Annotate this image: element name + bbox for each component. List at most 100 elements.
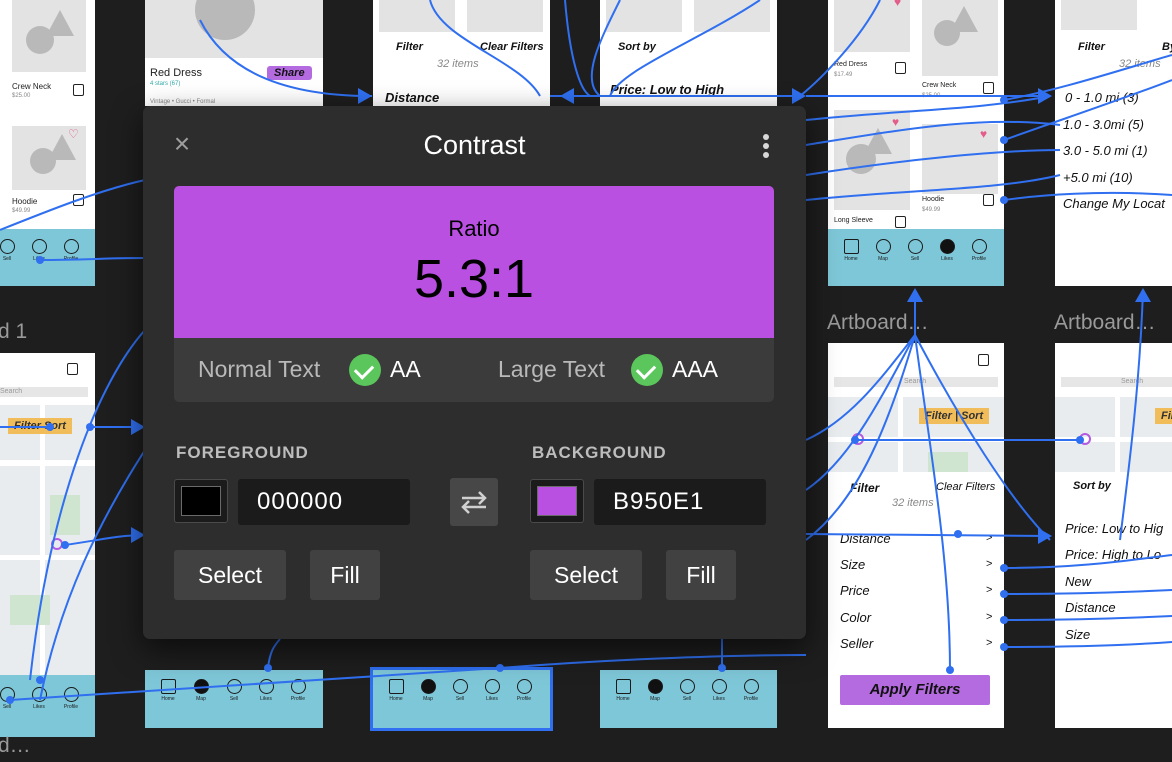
artboard-filter-top[interactable]: Filter Clear Filters 32 items Distance [373, 0, 550, 106]
tab-sell[interactable]: Sell [447, 679, 473, 702]
search-input[interactable]: Search [834, 377, 998, 387]
tab-profile[interactable]: Profile [285, 679, 311, 702]
filter-button[interactable]: Filter Sort [8, 418, 72, 434]
artboard-product-grid[interactable]: ♥ Red Dress $17.49 Crew Neck $25.00 ♥ ♥ … [828, 0, 1004, 286]
heart-filled-icon[interactable]: ♥ [892, 116, 899, 128]
artboard-distance-filter[interactable]: Filter By 32 items 0 - 1.0 mi (3) 1.0 - … [1055, 0, 1172, 286]
sort-option[interactable]: Size [1065, 627, 1090, 642]
artboard-sort[interactable]: Sort by Price: Low to Hig Price: High to… [1055, 472, 1172, 728]
tab-profile[interactable]: Profile [511, 679, 537, 702]
tab-bar[interactable]: Home Map Sell Likes Profile [600, 670, 777, 728]
tab-sell[interactable]: Sell [221, 679, 247, 702]
product-thumbnail [12, 0, 86, 72]
filter-row-distance[interactable]: Distance [840, 531, 891, 546]
tab-home[interactable]: Home [155, 679, 181, 702]
filter-sort-toggle[interactable]: Filter | Sort [919, 408, 990, 424]
sort-option[interactable]: Price: Low to Hig [1065, 521, 1163, 536]
tab-bar: Home Map Sell Likes Profile [828, 229, 1004, 286]
artboard-left-map[interactable]: Search Filter Sort Sell Likes Profile [0, 353, 95, 737]
swap-colors-button[interactable] [450, 478, 498, 526]
change-location-link[interactable]: Change My Locat [1063, 196, 1165, 211]
artboard-label[interactable]: Artboard… [1054, 311, 1156, 335]
tab-likes[interactable]: Likes [26, 239, 52, 262]
distance-option[interactable]: 1.0 - 3.0mi (5) [1063, 117, 1144, 132]
tab-map[interactable]: Map [188, 679, 214, 702]
bag-icon[interactable] [983, 82, 994, 94]
heart-outline-icon[interactable]: ♡ [68, 128, 79, 140]
background-swatch[interactable] [530, 479, 584, 523]
tab-profile[interactable]: Profile [58, 687, 84, 710]
bag-icon[interactable] [73, 84, 84, 96]
artboard-label[interactable]: d… [0, 734, 31, 758]
tab-home[interactable]: Home [838, 239, 864, 262]
tab-profile[interactable]: Profile [58, 239, 84, 262]
share-button[interactable]: Share [267, 66, 312, 80]
clear-filters-link[interactable]: Clear Filters [480, 41, 544, 53]
tab-profile[interactable]: Profile [966, 239, 992, 262]
apply-filters-button[interactable]: Apply Filters [840, 675, 990, 705]
tab-likes[interactable]: Likes [934, 239, 960, 262]
clear-filters-link[interactable]: Clear Filters [936, 481, 995, 493]
distance-option[interactable]: 0 - 1.0 mi (3) [1065, 90, 1139, 105]
tab-home[interactable]: Home [610, 679, 636, 702]
map-pin-icon[interactable] [852, 433, 864, 445]
tab-map[interactable]: Map [415, 679, 441, 702]
heart-filled-icon[interactable]: ♥ [894, 0, 901, 8]
more-options-button[interactable] [759, 133, 773, 161]
filter-row-color[interactable]: Color [840, 610, 871, 625]
chevron-right-icon: > [986, 532, 993, 544]
tab-map[interactable]: Map [642, 679, 668, 702]
sort-option[interactable]: New [1065, 574, 1091, 589]
tab-profile[interactable]: Profile [738, 679, 764, 702]
tab-bar-selected[interactable]: Home Map Sell Likes Profile [370, 667, 553, 731]
sort-row-price-low-high[interactable]: Price: Low to High [610, 82, 724, 97]
tab-bar[interactable]: Home Map Sell Likes Profile [145, 670, 323, 728]
distance-option[interactable]: 3.0 - 5.0 mi (1) [1063, 143, 1148, 158]
heart-filled-icon[interactable]: ♥ [980, 128, 987, 140]
tab-sell[interactable]: Sell [0, 239, 20, 262]
distance-option[interactable]: +5.0 mi (10) [1063, 170, 1133, 185]
bag-icon[interactable] [67, 363, 78, 375]
foreground-swatch[interactable] [174, 479, 228, 523]
tab-likes[interactable]: Likes [253, 679, 279, 702]
sort-option[interactable]: Price: High to Lo [1065, 547, 1161, 562]
tab-sell[interactable]: Sell [0, 687, 20, 710]
map-pin-icon[interactable] [1079, 433, 1091, 445]
search-input[interactable]: Search [1061, 377, 1172, 387]
artboard-left-products[interactable]: Crew Neck $25.00 ♡ Hoodie $49.99 Sell Li… [0, 0, 95, 286]
heart-icon [258, 679, 274, 694]
tab-label: Sell [455, 696, 465, 702]
foreground-hex-input[interactable] [238, 479, 410, 525]
tab-sell[interactable]: Sell [674, 679, 700, 702]
foreground-select-button[interactable]: Select [174, 550, 286, 600]
filter-button[interactable]: Filte [1155, 408, 1172, 424]
artboard-label[interactable]: Artboard… [827, 311, 929, 335]
map-view[interactable] [0, 405, 95, 675]
artboard-filter[interactable]: Filter Clear Filters 32 items Distance >… [828, 472, 1004, 728]
foreground-fill-button[interactable]: Fill [310, 550, 380, 600]
bag-icon[interactable] [978, 354, 989, 366]
filter-row-price[interactable]: Price [840, 583, 870, 598]
tab-likes[interactable]: Likes [706, 679, 732, 702]
background-hex-input[interactable] [594, 479, 766, 525]
bag-icon[interactable] [983, 194, 994, 206]
background-select-button[interactable]: Select [530, 550, 642, 600]
tab-sell[interactable]: Sell [902, 239, 928, 262]
tab-likes[interactable]: Likes [26, 687, 52, 710]
tab-home[interactable]: Home [383, 679, 409, 702]
bag-icon[interactable] [73, 194, 84, 206]
sort-option[interactable]: Distance [1065, 600, 1116, 615]
tab-likes[interactable]: Likes [479, 679, 505, 702]
bag-icon[interactable] [895, 216, 906, 228]
background-fill-button[interactable]: Fill [666, 550, 736, 600]
tab-map[interactable]: Map [870, 239, 896, 262]
filter-row-seller[interactable]: Seller [840, 636, 873, 651]
artboard-label[interactable]: d 1 [0, 320, 27, 344]
bag-icon[interactable] [895, 62, 906, 74]
filter-row-distance[interactable]: Distance [385, 90, 439, 105]
artboard-product-detail[interactable]: Red Dress 4 stars (67) Vintage • Gucci •… [145, 0, 323, 106]
filter-row-size[interactable]: Size [840, 557, 865, 572]
map-pin-icon[interactable] [51, 538, 63, 550]
artboard-sort-top[interactable]: Sort by Price: Low to High [600, 0, 777, 106]
search-input[interactable]: Search [0, 387, 88, 397]
